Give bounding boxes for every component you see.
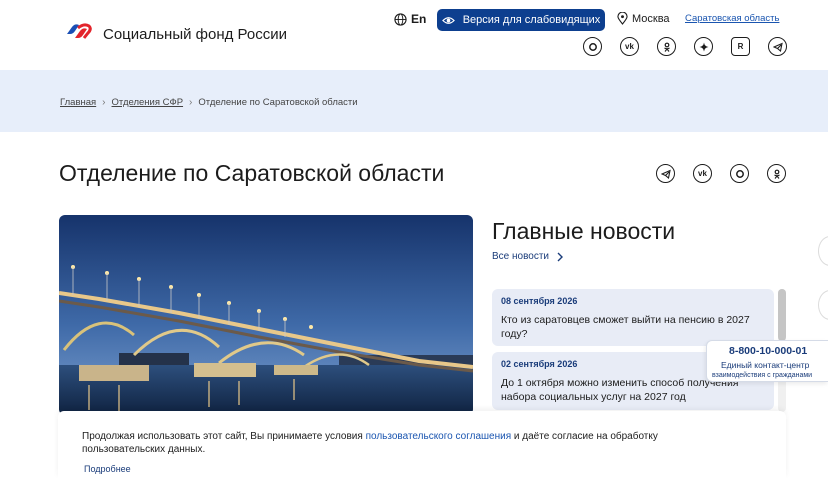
low-vision-button[interactable]: Версия для слабовидящих <box>437 9 605 31</box>
cookie-more-link[interactable]: Подробнее <box>84 464 131 474</box>
all-news-link[interactable]: Все новости <box>492 251 564 262</box>
brand-name[interactable]: Социальный фонд России <box>103 26 287 43</box>
chevron-right-icon <box>557 252 564 261</box>
ok-icon[interactable] <box>767 164 786 183</box>
language-label: En <box>411 12 427 26</box>
cookie-banner: Продолжая использовать этот сайт, Вы при… <box>58 411 786 478</box>
news-scrollbar-thumb[interactable] <box>778 289 786 341</box>
low-vision-label: Версия для слабовидящих <box>462 14 601 26</box>
chevron-right-icon: › <box>102 97 106 108</box>
site-header: Социальный фонд России En Версия для сла… <box>0 0 828 70</box>
max-icon[interactable] <box>730 164 749 183</box>
map-pin-icon <box>617 12 628 25</box>
breadcrumb-band: Главная › Отделения СФР › Отделение по С… <box>0 70 828 132</box>
side-nav-button[interactable] <box>818 290 828 320</box>
sfr-logo-icon[interactable] <box>58 19 94 49</box>
news-headline[interactable]: Кто из саратовцев сможет выйти на пенсию… <box>501 313 765 341</box>
contact-sublabel: взаимодействия с гражданами <box>712 372 813 379</box>
cookie-message: Продолжая использовать этот сайт, Вы при… <box>82 430 722 456</box>
telegram-icon[interactable] <box>656 164 675 183</box>
city-selector[interactable]: Москва <box>617 12 670 25</box>
breadcrumb-current: Отделение по Саратовской области <box>198 97 358 108</box>
region-link[interactable]: Саратовская область <box>685 13 779 24</box>
news-section-title: Главные новости <box>492 218 676 244</box>
bridge-photo <box>59 215 473 415</box>
globe-icon <box>394 12 407 26</box>
header-social-links: vk R <box>583 37 787 56</box>
ok-icon[interactable] <box>657 37 676 56</box>
chevron-right-icon: › <box>189 97 193 108</box>
eye-icon <box>441 16 455 24</box>
page-social-links: vk <box>656 164 786 183</box>
contact-label: Единый контакт-центр <box>721 360 810 370</box>
vk-icon[interactable]: vk <box>620 37 639 56</box>
hero-image <box>59 215 473 415</box>
dzen-icon[interactable] <box>694 37 713 56</box>
breadcrumb-home[interactable]: Главная <box>60 97 96 108</box>
contact-phone[interactable]: 8-800-10-000-01 <box>729 345 807 357</box>
all-news-label: Все новости <box>492 251 550 262</box>
news-date: 08 сентября 2026 <box>501 296 578 306</box>
breadcrumb-branches[interactable]: Отделения СФР <box>112 97 184 108</box>
telegram-icon[interactable] <box>768 37 787 56</box>
city-label: Москва <box>632 12 670 25</box>
max-icon[interactable] <box>583 37 602 56</box>
contact-center-widget[interactable]: 8-800-10-000-01 Единый контакт-центр вза… <box>706 340 828 382</box>
rutube-icon[interactable]: R <box>731 37 750 56</box>
vk-icon[interactable]: vk <box>693 164 712 183</box>
breadcrumb: Главная › Отделения СФР › Отделение по С… <box>60 97 358 108</box>
user-agreement-link[interactable]: пользовательского соглашения <box>366 431 512 442</box>
page-title: Отделение по Саратовской области <box>59 160 445 186</box>
cookie-text-start: Продолжая использовать этот сайт, Вы при… <box>82 431 366 442</box>
news-item[interactable]: 08 сентября 2026 Кто из саратовцев сможе… <box>492 289 774 346</box>
language-switch[interactable]: En <box>394 12 426 26</box>
side-nav-button[interactable] <box>818 236 828 266</box>
